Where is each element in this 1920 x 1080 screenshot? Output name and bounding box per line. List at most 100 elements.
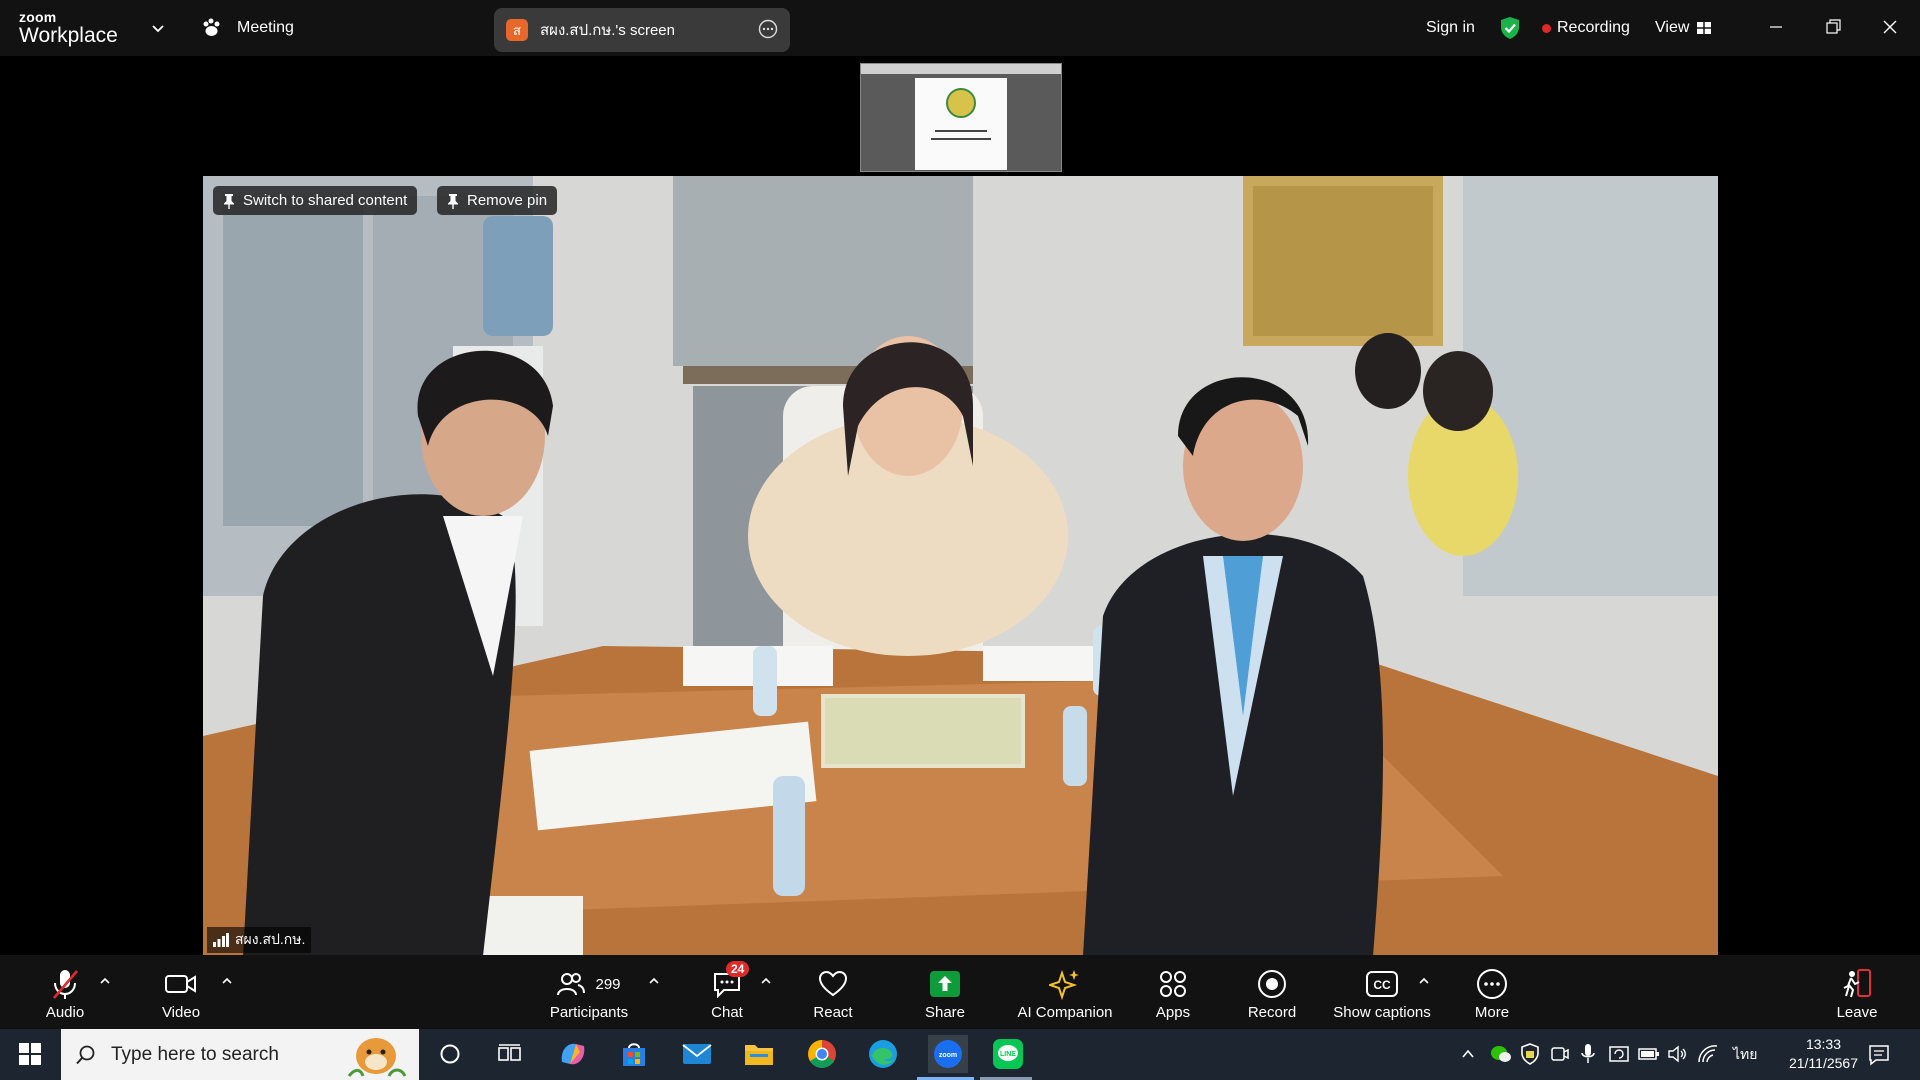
mail-icon[interactable] xyxy=(680,1037,714,1071)
minimize-icon[interactable] xyxy=(1763,14,1789,40)
brand-small-text: zoom xyxy=(19,9,57,25)
ai-companion-label: AI Companion xyxy=(1017,1004,1113,1021)
recording-label: Recording xyxy=(1557,19,1630,36)
battery-icon[interactable] xyxy=(1638,1046,1660,1062)
chevron-down-icon[interactable] xyxy=(150,20,166,36)
file-explorer-icon[interactable] xyxy=(742,1037,776,1071)
view-label: View xyxy=(1655,19,1690,36)
apps-label: Apps xyxy=(1155,1004,1191,1021)
microsoft-store-icon[interactable] xyxy=(617,1037,651,1071)
sharer-avatar: ส xyxy=(506,19,528,41)
participants-count: 299 xyxy=(595,975,621,993)
more-button[interactable]: More xyxy=(1469,955,1515,1029)
share-label: Share xyxy=(924,1004,966,1021)
meeting-toolbar: Audio Video 299 Participants 24 Chat Rea… xyxy=(0,955,1920,1029)
edge-icon[interactable] xyxy=(866,1037,900,1071)
signal-strength-icon xyxy=(213,933,229,947)
task-view-icon[interactable] xyxy=(493,1037,527,1071)
thumbnail-text-line xyxy=(935,130,987,132)
chevron-up-icon[interactable] xyxy=(1461,1048,1475,1060)
close-icon[interactable] xyxy=(1877,14,1903,40)
meeting-tab[interactable]: Meeting xyxy=(201,18,294,38)
apps-button[interactable]: Apps xyxy=(1150,955,1196,1029)
shared-content-thumbnail[interactable] xyxy=(860,63,1062,172)
zoom-taskbar-icon[interactable]: zoom xyxy=(928,1035,968,1073)
svg-text:CC: CC xyxy=(1373,978,1391,992)
sparkle-icon xyxy=(1049,969,1079,1000)
thumbnail-document-page xyxy=(915,78,1007,170)
security-tray-icon[interactable] xyxy=(1520,1043,1540,1065)
react-button[interactable]: React xyxy=(810,955,856,1029)
sign-in-label: Sign in xyxy=(1426,19,1475,36)
input-language-indicator[interactable]: ไทย xyxy=(1733,1029,1757,1080)
closed-captions-icon: CC xyxy=(1366,971,1398,997)
participants-button[interactable]: 299 Participants xyxy=(547,955,631,1029)
cortana-icon[interactable] xyxy=(433,1037,467,1071)
security-shield-icon[interactable] xyxy=(1499,0,1521,56)
wechat-tray-icon[interactable] xyxy=(1490,1044,1512,1064)
copilot-icon[interactable] xyxy=(556,1037,590,1071)
search-icon xyxy=(76,1045,95,1064)
record-label: Record xyxy=(1247,1004,1297,1021)
chevron-up-icon[interactable] xyxy=(760,975,772,987)
remove-pin-button[interactable]: Remove pin xyxy=(437,186,558,215)
windows-taskbar: Type here to search zoom LINE ไทย 13:33 … xyxy=(0,1029,1920,1080)
windows-start-icon[interactable] xyxy=(13,1037,47,1071)
record-icon xyxy=(1258,970,1286,998)
wifi-icon[interactable] xyxy=(1697,1044,1719,1064)
grid-icon xyxy=(1697,22,1712,34)
thumbnail-text-line xyxy=(931,138,991,140)
chevron-up-icon[interactable] xyxy=(1418,975,1430,987)
zoom-logo: zoom Workplace xyxy=(19,10,118,46)
chevron-up-icon[interactable] xyxy=(648,975,660,987)
share-screen-icon xyxy=(930,971,960,997)
shared-screen-pill[interactable]: ส สผง.สป.กษ.'s screen xyxy=(494,8,790,52)
participant-video[interactable]: Switch to shared content Remove pin สผง.… xyxy=(203,176,1718,955)
chat-button[interactable]: 24 Chat xyxy=(704,955,750,1029)
chevron-up-icon[interactable] xyxy=(99,975,111,987)
record-button[interactable]: Record xyxy=(1247,955,1297,1029)
thumbnail-toolbar xyxy=(861,64,1061,74)
chat-label: Chat xyxy=(711,1004,743,1021)
participants-icon xyxy=(557,973,586,996)
recording-indicator[interactable]: Recording xyxy=(1542,0,1630,56)
meet-now-tray-icon[interactable] xyxy=(1550,1044,1570,1064)
more-options-icon[interactable] xyxy=(758,19,778,39)
notifications-icon[interactable] xyxy=(1868,1044,1890,1066)
language-label: ไทย xyxy=(1733,1045,1758,1062)
view-menu[interactable]: View xyxy=(1655,0,1712,56)
leave-door-icon xyxy=(1843,969,1871,998)
share-button[interactable]: Share xyxy=(922,955,968,1029)
chat-unread-badge: 24 xyxy=(726,961,750,977)
ai-companion-button[interactable]: AI Companion xyxy=(1015,955,1115,1029)
audio-label: Audio xyxy=(45,1004,85,1021)
update-tray-icon[interactable] xyxy=(1608,1044,1630,1064)
video-button[interactable]: Video xyxy=(158,955,204,1029)
microphone-tray-icon[interactable] xyxy=(1580,1043,1596,1065)
title-bar: zoom Workplace Meeting ส สผง.สป.กษ.'s sc… xyxy=(0,0,1920,56)
clock-date: 21/11/2567 xyxy=(1788,1055,1858,1071)
government-seal-image xyxy=(946,88,976,118)
taskbar-search-box[interactable]: Type here to search xyxy=(61,1029,419,1080)
paw-icon xyxy=(203,18,220,36)
taskbar-clock[interactable]: 13:33 21/11/2567 xyxy=(1789,1035,1858,1073)
audio-button[interactable]: Audio xyxy=(42,955,88,1029)
restore-icon[interactable] xyxy=(1820,14,1846,40)
clock-time: 13:33 xyxy=(1805,1036,1841,1052)
sign-in-link[interactable]: Sign in xyxy=(1426,0,1475,56)
pin-icon xyxy=(224,193,234,209)
meeting-label: Meeting xyxy=(237,19,294,36)
leave-button[interactable]: Leave xyxy=(1834,955,1880,1029)
video-label: Video xyxy=(161,1004,201,1021)
line-app-icon[interactable]: LINE xyxy=(991,1037,1025,1071)
video-camera-icon xyxy=(165,975,196,993)
chrome-icon[interactable] xyxy=(805,1037,839,1071)
brand-big-text: Workplace xyxy=(19,24,118,47)
switch-to-shared-content-button[interactable]: Switch to shared content xyxy=(213,186,418,215)
microphone-muted-icon xyxy=(53,970,78,999)
speaker-icon[interactable] xyxy=(1667,1044,1689,1064)
show-captions-button[interactable]: CC Show captions xyxy=(1332,955,1432,1029)
chevron-up-icon[interactable] xyxy=(221,975,233,987)
heart-icon xyxy=(818,970,848,997)
tiger-illustration-icon xyxy=(347,1038,407,1077)
